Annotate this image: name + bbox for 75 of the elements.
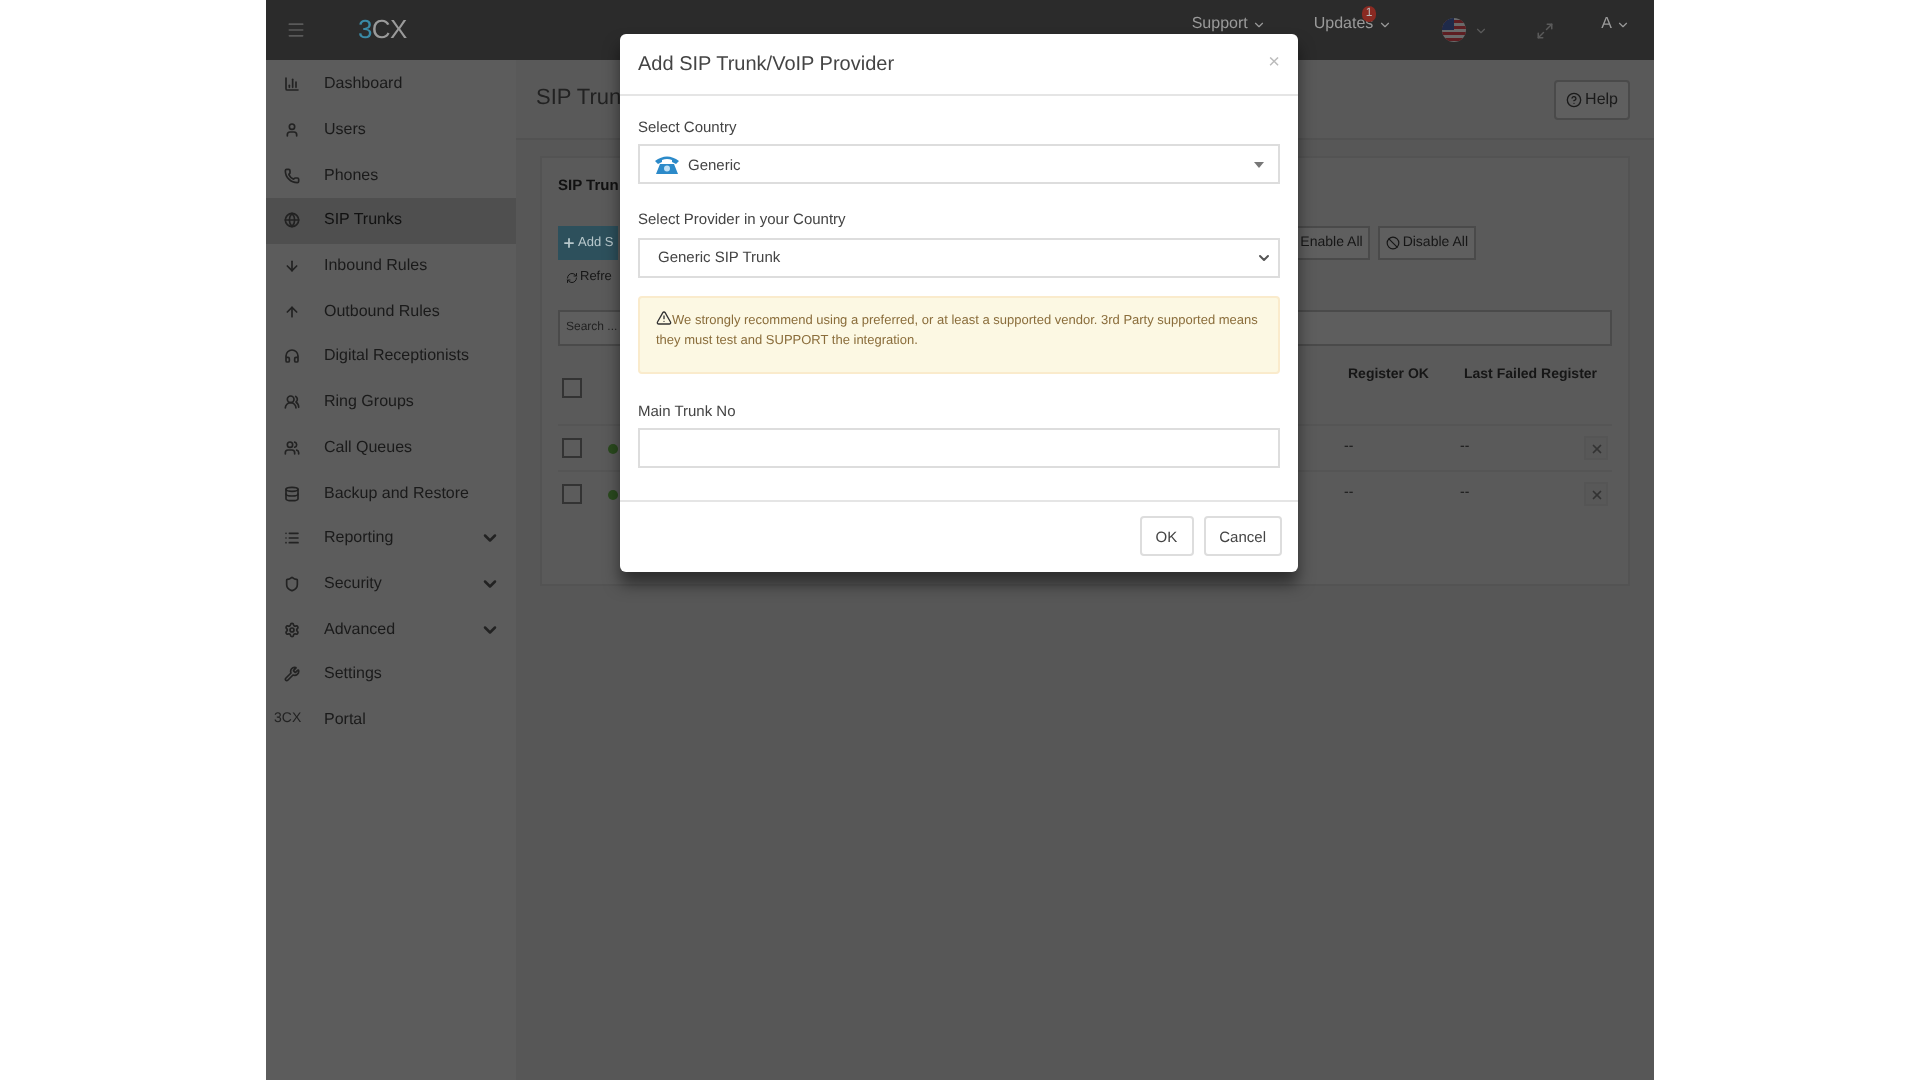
sidebar-item[interactable]: Ring Groups xyxy=(266,379,516,425)
delete-button[interactable] xyxy=(1584,482,1608,507)
page-title: SIP Trun xyxy=(536,84,622,115)
caret-icon xyxy=(1254,161,1264,168)
shield-icon xyxy=(284,575,300,592)
sidebar-label: Reporting xyxy=(324,526,394,551)
sidebar-label: Call Queues xyxy=(324,435,413,460)
help-button[interactable]: Help xyxy=(1553,79,1630,119)
user-icon xyxy=(284,122,300,139)
sidebar-item[interactable]: SIP Trunks xyxy=(266,198,516,244)
plus-icon xyxy=(562,236,576,251)
dialog-title: Add SIP Trunk/VoIP Provider xyxy=(638,51,895,79)
sidebar-item[interactable]: Security xyxy=(266,561,516,607)
sidebar-label: Portal xyxy=(324,707,366,732)
caret-icon xyxy=(1473,23,1488,37)
trunk-number-field[interactable] xyxy=(638,427,1280,468)
sidebar-label: Settings xyxy=(324,662,382,687)
top-menu[interactable]: Updates xyxy=(1313,12,1392,36)
sidebar-item[interactable]: Digital Receptionists xyxy=(266,334,516,380)
group-icon xyxy=(284,394,300,411)
caret-icon xyxy=(1377,17,1392,31)
sidebar-label: Ring Groups xyxy=(324,390,414,415)
close-button[interactable]: × xyxy=(1268,54,1280,74)
row-checkbox[interactable] xyxy=(562,438,582,459)
sidebar-item[interactable]: Advanced xyxy=(266,606,516,652)
sidebar-item[interactable]: Outbound Rules xyxy=(266,288,516,335)
sidebar-label: Advanced xyxy=(324,617,396,642)
row-checkbox[interactable] xyxy=(562,484,582,505)
list-icon xyxy=(284,530,300,547)
sidebar-item[interactable]: Dashboard xyxy=(266,62,516,108)
sidebar-label: Inbound Rules xyxy=(324,254,428,279)
top-menu[interactable]: A xyxy=(1601,12,1630,36)
fullscreen-icon[interactable] xyxy=(1535,21,1554,39)
bar-chart-icon xyxy=(284,76,300,93)
help-icon xyxy=(1565,91,1582,107)
sidebar-label: Outbound Rules xyxy=(324,299,440,324)
sidebar-label: Phones xyxy=(324,163,379,188)
sidebar-item[interactable]: Reporting xyxy=(266,515,516,562)
sidebar-item[interactable]: Inbound Rules xyxy=(266,243,516,289)
sidebar-label: Security xyxy=(324,571,382,596)
sidebar-item[interactable]: Phones xyxy=(266,152,516,199)
flag-icon xyxy=(1439,18,1468,42)
sidebar-label: Dashboard xyxy=(324,72,403,97)
up-arrow-icon xyxy=(284,303,300,320)
wrench-icon xyxy=(284,666,300,683)
sidebar-item[interactable]: Settings xyxy=(266,651,516,698)
gear-icon xyxy=(284,621,300,638)
row-checkbox[interactable] xyxy=(562,378,582,399)
warning-icon xyxy=(656,309,672,326)
chevron-icon xyxy=(1256,249,1272,265)
caret-icon xyxy=(1251,17,1266,31)
logo: 3CX xyxy=(358,12,407,49)
language-menu[interactable] xyxy=(1439,18,1488,42)
refresh-icon xyxy=(566,271,578,284)
sidebar-label: SIP Trunks xyxy=(324,208,402,233)
telephone-icon xyxy=(654,154,680,175)
caret-icon xyxy=(1616,17,1630,31)
phone-icon xyxy=(284,167,300,184)
people-icon xyxy=(284,439,300,456)
sidebar-label: Users xyxy=(324,118,366,143)
down-arrow-icon xyxy=(284,258,300,275)
sidebar-label: Digital Receptionists xyxy=(324,344,469,369)
sidebar-item[interactable]: Backup and Restore xyxy=(266,470,516,516)
database-icon xyxy=(284,485,300,502)
delete-button[interactable] xyxy=(1584,436,1608,461)
sidebar-label: Backup and Restore xyxy=(324,481,469,506)
sidebar-item[interactable]: Users xyxy=(266,107,516,153)
headset-icon xyxy=(284,348,300,365)
menu-icon[interactable] xyxy=(286,20,306,40)
close-icon xyxy=(1589,487,1603,502)
close-icon xyxy=(1589,441,1603,456)
globe-icon xyxy=(284,212,300,229)
ban-icon xyxy=(1386,236,1401,251)
top-menu[interactable]: Support xyxy=(1191,12,1266,36)
sidebar-item[interactable]: Call Queues xyxy=(266,425,516,471)
